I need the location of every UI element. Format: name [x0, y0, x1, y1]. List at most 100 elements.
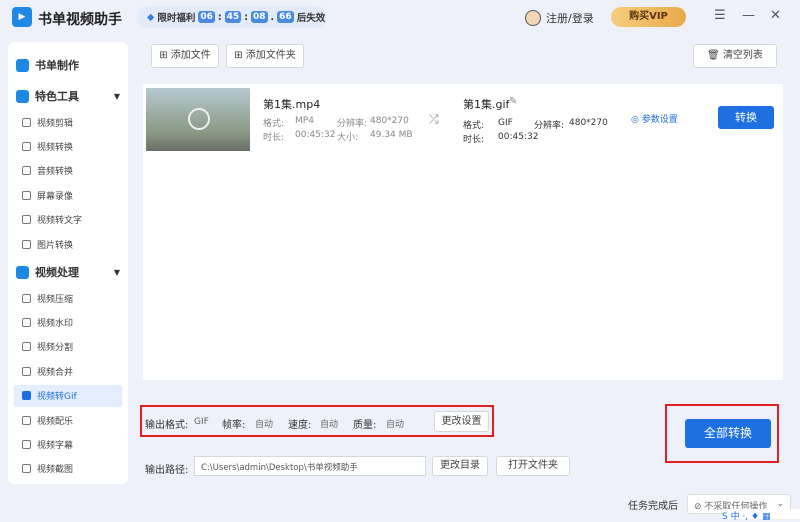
label: 视频配乐 [37, 416, 74, 427]
tag-icon: ◆ [147, 11, 155, 23]
sidebar-section-video[interactable]: 视频处理 ▼ [16, 264, 120, 280]
label: 分辨率: [534, 121, 565, 131]
convert-all-button[interactable]: 全部转换 [685, 419, 771, 448]
sidebar-item[interactable]: 视频合并 [14, 360, 122, 382]
sidebar-item[interactable]: 视频转文字 [14, 209, 122, 231]
label: 参数设置 [641, 115, 678, 125]
minimize-icon[interactable]: — [742, 8, 755, 23]
label: 格式: [263, 119, 285, 129]
change-settings-button[interactable]: 更改设置 [434, 411, 489, 432]
label: 屏幕录像 [37, 191, 74, 202]
tool-icon [22, 342, 31, 352]
promo-suffix: 后失效 [296, 13, 326, 24]
label: 输出格式: [145, 420, 189, 431]
label: 格式: [463, 121, 485, 131]
convert-button[interactable]: 转换 [718, 106, 774, 129]
label: 视频转文字 [37, 216, 83, 227]
tool-icon [22, 215, 31, 225]
login-label: 注册/登录 [546, 12, 594, 25]
change-directory-button[interactable]: 更改目录 [432, 456, 488, 476]
sidebar-item[interactable]: 视频水印 [14, 311, 122, 333]
tool-icon [22, 141, 31, 151]
tool-icon [22, 117, 31, 127]
trash-icon: 🗑 [707, 50, 720, 61]
ime-toolbar[interactable]: S 中 ·, ♦ ▦ [722, 509, 800, 522]
quality-value: 自动 [386, 420, 405, 430]
file-list: 第1集.mp4 格式: MP4 分辨率: 480*270 时长: 00:45:3… [143, 84, 783, 380]
source-filename: 第1集.mp4 [263, 98, 321, 111]
label: 视频分割 [37, 343, 74, 354]
close-icon[interactable]: ✕ [770, 8, 781, 23]
clear-list-button[interactable]: 🗑 清空列表 [693, 44, 777, 68]
tool-icon [22, 439, 31, 449]
tool-icon [22, 415, 31, 425]
file-row[interactable]: 第1集.mp4 格式: MP4 分辨率: 480*270 时长: 00:45:3… [143, 84, 783, 154]
caret-down-icon: ▼ [113, 91, 120, 101]
tool-icon [22, 239, 31, 249]
label: 视频水印 [37, 318, 74, 329]
sidebar-item[interactable]: 视频配乐 [14, 409, 122, 431]
sidebar-item[interactable]: 视频转换 [14, 135, 122, 157]
sidebar-item[interactable]: 屏幕录像 [14, 184, 122, 206]
label: 质量: [353, 420, 377, 431]
output-path-input[interactable]: C:\Users\admin\Desktop\书单视频助手 [194, 456, 426, 476]
app-title: 书单视频助手 [38, 12, 122, 28]
label: 音频转换 [37, 167, 74, 178]
menu-icon[interactable]: ☰ [714, 8, 726, 23]
sidebar-section-tools[interactable]: 特色工具 ▼ [16, 88, 120, 104]
buy-vip-button[interactable]: 购买VIP [611, 7, 686, 27]
sidebar-item[interactable]: 视频剪辑 [14, 111, 122, 133]
output-filename: 第1集.gif [463, 98, 510, 111]
video-thumbnail [146, 88, 250, 151]
params-settings-button[interactable]: ◎ 参数设置 [631, 112, 678, 125]
label: 视频截图 [37, 465, 74, 476]
shuffle-arrow-icon: ⤮ [429, 112, 439, 126]
sidebar-item[interactable]: 视频分割 [14, 336, 122, 358]
sidebar-item-booklist[interactable]: 书单制作 [16, 57, 120, 73]
label: 视频合并 [37, 367, 74, 378]
promo-label: 限时福利 [157, 13, 196, 24]
countdown-hours: 06 [198, 11, 215, 23]
speed-value: 自动 [320, 420, 339, 430]
sidebar-item[interactable]: 视频转Gif [14, 384, 122, 407]
sidebar: 书单制作 特色工具 ▼ 视频剪辑视频转换音频转换屏幕录像视频转文字图片转换 视频处… [8, 42, 128, 484]
chevron-down-icon: ⌄ [776, 499, 784, 509]
source-size: 49.34 MB [370, 130, 413, 140]
sidebar-item[interactable]: 视频字幕 [14, 433, 122, 455]
login-button[interactable]: 注册/登录 [525, 10, 594, 26]
label: 添加文件夹 [245, 50, 296, 61]
label: 输出路径: [145, 465, 189, 476]
label: 图片转换 [37, 240, 74, 251]
sidebar-item[interactable]: 视频压缩 [14, 287, 122, 309]
settings-icon: ◎ [631, 115, 639, 125]
sidebar-item[interactable]: 图片转换 [14, 233, 122, 255]
promo-banner[interactable]: ◆ 限时福利 06: 45: 08. 66 后失效 [137, 6, 327, 28]
source-resolution: 480*270 [370, 116, 409, 126]
label: 时长: [463, 135, 485, 145]
output-duration: 00:45:32 [498, 132, 539, 142]
sidebar-item[interactable]: 视频截图 [14, 458, 122, 480]
label: 时长: [263, 133, 285, 143]
caret-down-icon: ▼ [113, 267, 120, 277]
add-folder-button[interactable]: ⊞ 添加文件夹 [226, 44, 304, 68]
label: 大小: [337, 133, 359, 143]
tool-icon [22, 391, 31, 401]
countdown-minutes: 45 [224, 11, 242, 23]
label: 速度: [288, 420, 312, 431]
label: 特色工具 [35, 90, 79, 103]
label: 视频转换 [37, 142, 74, 153]
output-format-value: GIF [194, 417, 209, 427]
title-bar: ▶ 书单视频助手 ◆ 限时福利 06: 45: 08. 66 后失效 注册/登录… [0, 0, 800, 38]
play-icon[interactable] [188, 108, 210, 130]
sidebar-item[interactable]: 音频转换 [14, 160, 122, 182]
tool-icon [22, 464, 31, 474]
edit-pencil-icon[interactable]: ✎ [509, 96, 517, 107]
open-folder-button[interactable]: 打开文件夹 [496, 456, 570, 476]
add-file-button[interactable]: ⊞ 添加文件 [151, 44, 219, 68]
source-format: MP4 [295, 116, 314, 126]
ban-icon: ⊘ [694, 502, 702, 512]
after-task-label: 任务完成后 [628, 501, 678, 512]
add-icon: ⊞ [234, 50, 243, 61]
tool-icon [22, 190, 31, 200]
output-resolution: 480*270 [569, 118, 608, 128]
